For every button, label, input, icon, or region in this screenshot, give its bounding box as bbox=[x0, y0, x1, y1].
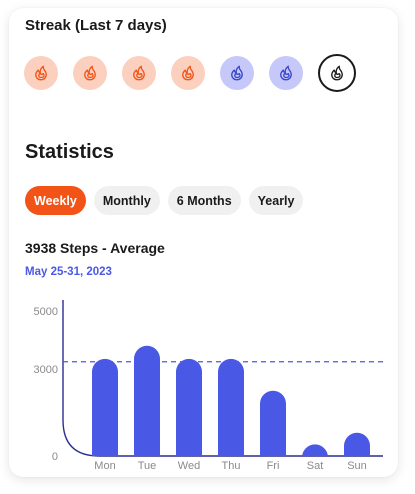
y-tick-label: 0 bbox=[52, 451, 58, 463]
x-tick-label: Tue bbox=[138, 460, 157, 472]
steps-bar-chart: 0 3000 5000 Mon Tue Wed Thu Fri Sat Sun bbox=[34, 300, 383, 472]
bar-mon bbox=[92, 358, 118, 456]
bar-sun bbox=[344, 432, 370, 456]
bar-wed bbox=[176, 358, 202, 456]
x-tick-label: Sat bbox=[307, 460, 324, 472]
y-tick-label: 5000 bbox=[34, 306, 58, 318]
bar-thu bbox=[218, 358, 244, 456]
x-tick-label: Fri bbox=[267, 460, 280, 472]
x-tick-label: Sun bbox=[347, 460, 367, 472]
y-tick-label: 3000 bbox=[34, 364, 58, 376]
x-tick-label: Thu bbox=[222, 460, 241, 472]
x-tick-label: Mon bbox=[94, 460, 115, 472]
bar-fri bbox=[260, 390, 286, 456]
x-tick-label: Wed bbox=[178, 460, 200, 472]
bar-sat bbox=[302, 444, 328, 458]
